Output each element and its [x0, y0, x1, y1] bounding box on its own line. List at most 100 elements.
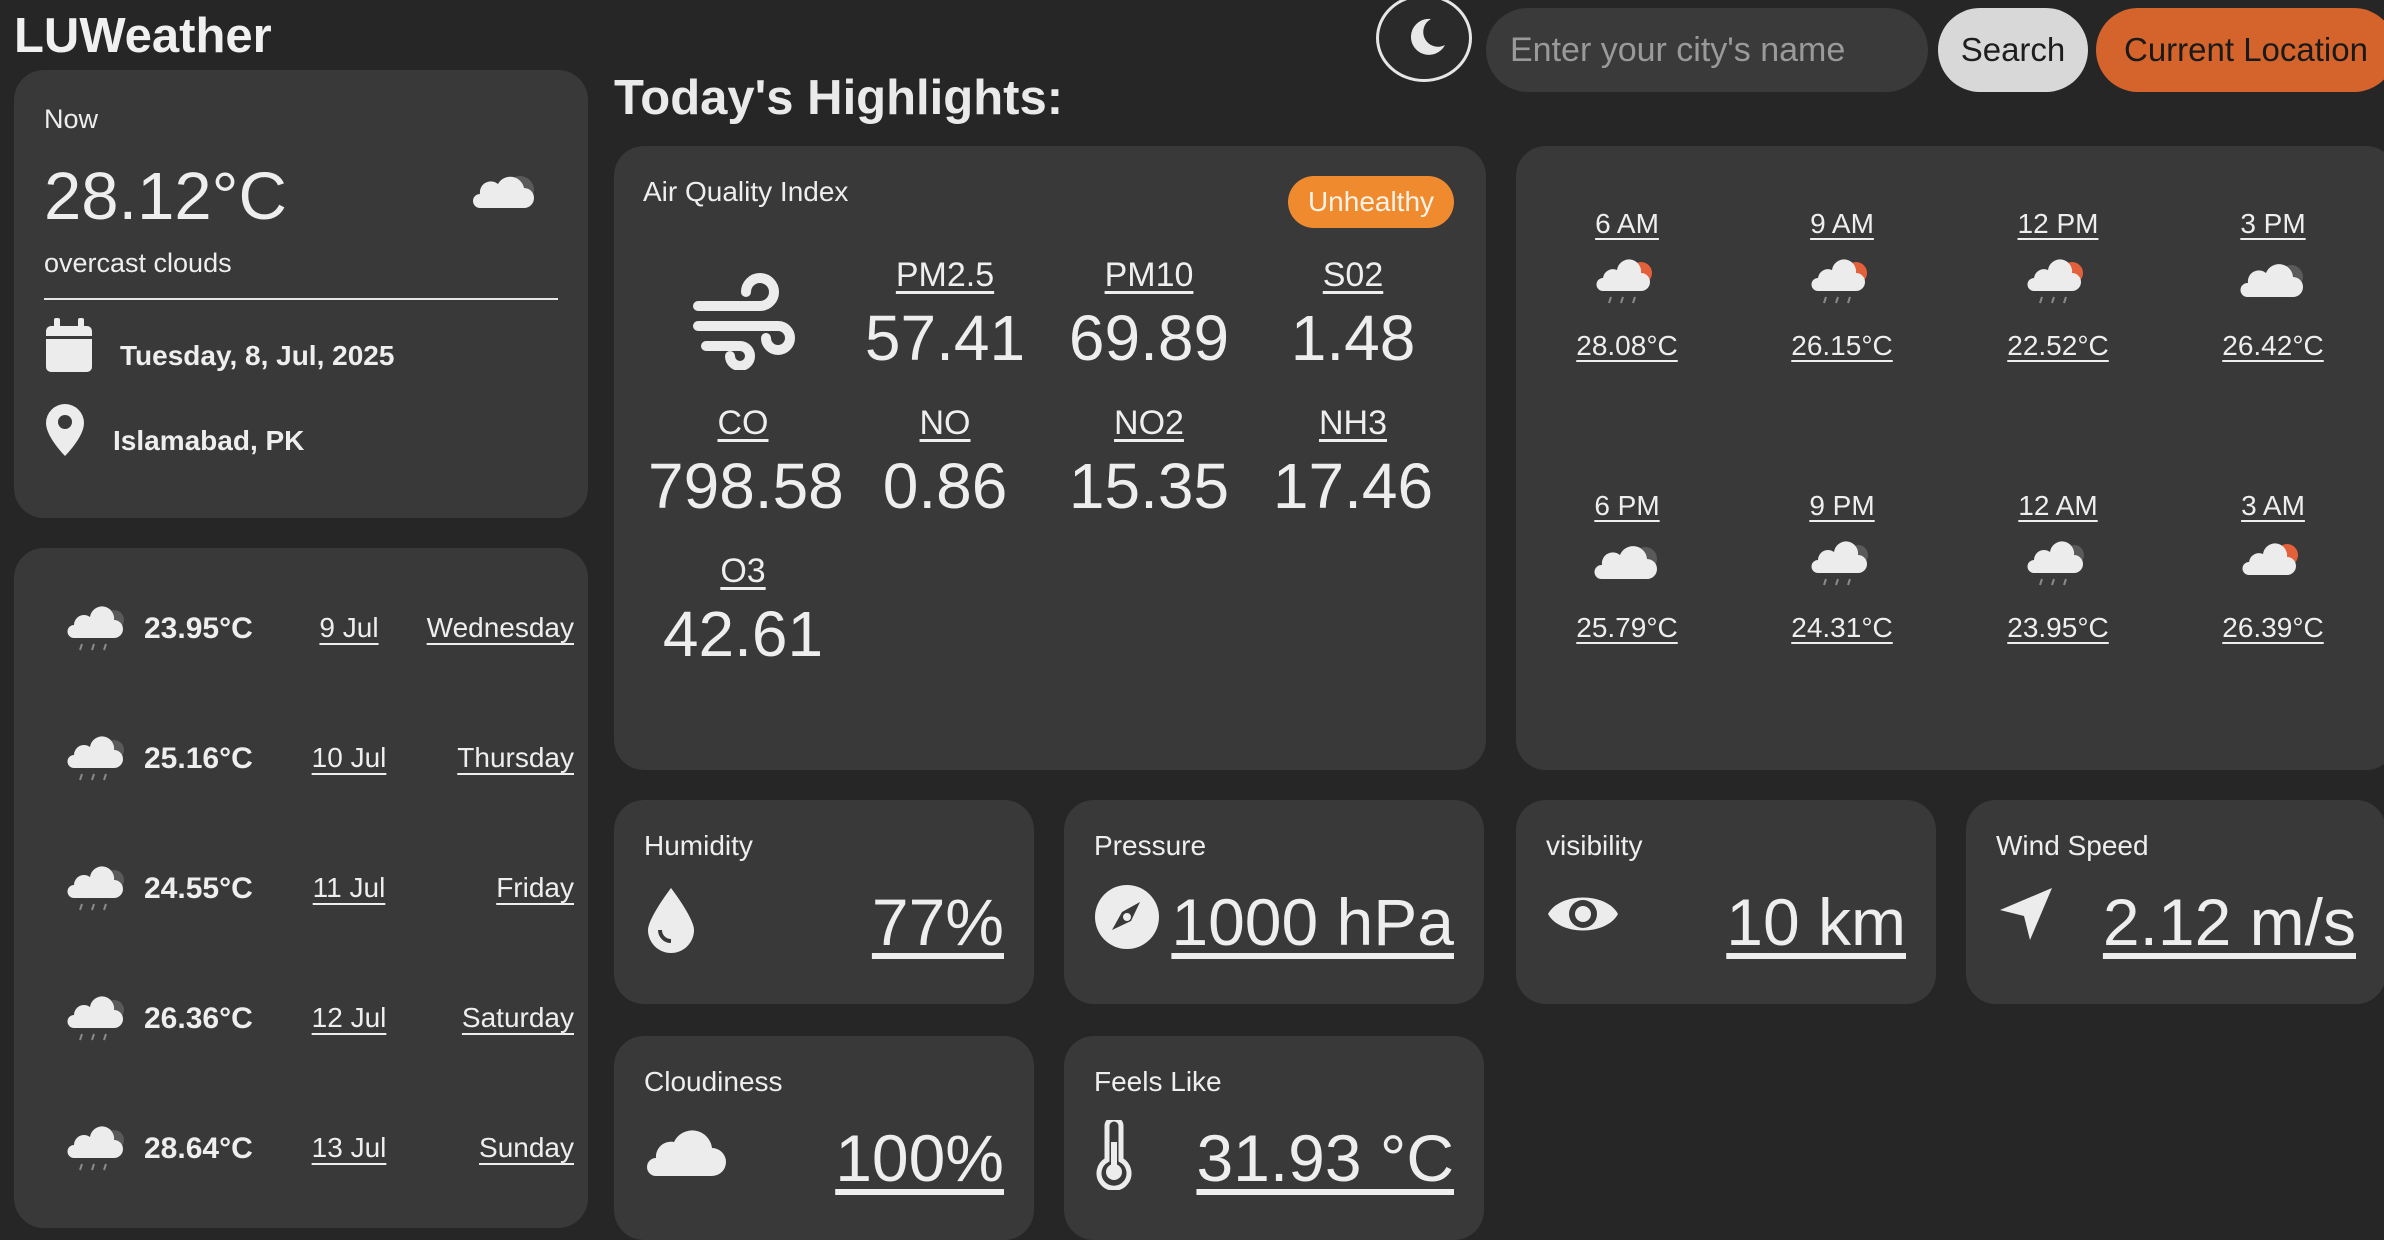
- humidity-card: Humidity 77%: [614, 800, 1034, 1004]
- city-search-input[interactable]: [1486, 8, 1928, 92]
- sun-cloud-icon: [2193, 530, 2353, 600]
- wind-speed-value: 2.12 m/s: [2102, 885, 2356, 959]
- hourly-time[interactable]: 6 AM: [1547, 208, 1707, 240]
- forecast-day[interactable]: Sunday: [414, 1132, 574, 1164]
- aqi-item: NO2 15.35: [1054, 404, 1244, 523]
- aqi-pollutant-value: 0.86: [882, 450, 1008, 522]
- hourly-item: 6 PM 25.79°C: [1547, 490, 1707, 644]
- compass-icon: [1095, 885, 1159, 949]
- aqi-pollutant-value: 57.41: [864, 302, 1026, 374]
- hourly-time[interactable]: 12 AM: [1978, 490, 2138, 522]
- aqi-item: PM2.5 57.41: [850, 256, 1040, 375]
- forecast-temp: 23.95°C: [144, 612, 253, 645]
- wind-icon: [693, 273, 795, 370]
- cloud-rain-icon: [1762, 530, 1922, 600]
- cloudiness-value: 100%: [835, 1121, 1004, 1195]
- search-button[interactable]: Search: [1938, 8, 2088, 92]
- aqi-pollutant-name[interactable]: NO: [850, 404, 1040, 443]
- aqi-pollutant-name[interactable]: PM10: [1054, 256, 1244, 295]
- feels-like-label: Feels Like: [1094, 1066, 1222, 1097]
- hourly-item: 12 PM 22.52°C: [1978, 208, 2138, 362]
- visibility-label: visibility: [1546, 830, 1643, 861]
- hourly-temp[interactable]: 26.42°C: [2193, 330, 2353, 362]
- wind-speed-card: Wind Speed 2.12 m/s: [1966, 800, 2384, 1004]
- pressure-label: Pressure: [1094, 830, 1207, 861]
- forecast-day[interactable]: Friday: [414, 872, 574, 904]
- aqi-item: NO 0.86: [850, 404, 1040, 523]
- aqi-item: CO 798.58: [648, 404, 844, 523]
- forecast-row: 28.64°C 13 Jul Sunday: [14, 1118, 588, 1178]
- feels-like-card: Feels Like 31.93 °C: [1064, 1036, 1484, 1240]
- hourly-item: 6 AM 28.08°C: [1547, 208, 1707, 362]
- hourly-temp[interactable]: 24.31°C: [1762, 612, 1922, 644]
- hourly-time[interactable]: 12 PM: [1978, 208, 2138, 240]
- current-location: Islamabad, PK: [113, 425, 305, 456]
- hourly-time[interactable]: 3 PM: [2193, 208, 2353, 240]
- cloud-rain-icon: [64, 602, 128, 663]
- hourly-temp[interactable]: 22.52°C: [1978, 330, 2138, 362]
- hourly-temp[interactable]: 26.39°C: [2193, 612, 2353, 644]
- humidity-value: 77%: [871, 885, 1004, 959]
- cloud-rain-icon: [64, 732, 128, 793]
- forecast-date[interactable]: 9 Jul: [289, 612, 409, 644]
- cloud-rain-icon: [64, 862, 128, 923]
- hourly-temp[interactable]: 23.95°C: [1978, 612, 2138, 644]
- thermometer-icon: [1096, 1120, 1132, 1190]
- aqi-item: O3 42.61: [648, 552, 838, 671]
- hourly-temp[interactable]: 26.15°C: [1762, 330, 1922, 362]
- aqi-pollutant-value: 17.46: [1272, 450, 1434, 522]
- forecast-row: 23.95°C 9 Jul Wednesday: [14, 598, 588, 658]
- hourly-time[interactable]: 9 PM: [1762, 490, 1922, 522]
- forecast-temp: 25.16°C: [144, 742, 253, 775]
- hourly-temp[interactable]: 25.79°C: [1547, 612, 1707, 644]
- sun-cloud-rain-icon: [1762, 248, 1922, 318]
- aqi-pollutant-name[interactable]: PM2.5: [850, 256, 1040, 295]
- hourly-item: 3 AM 26.39°C: [2193, 490, 2353, 644]
- theme-toggle-button[interactable]: [1376, 0, 1472, 82]
- forecast-date[interactable]: 13 Jul: [289, 1132, 409, 1164]
- current-location-button[interactable]: Current Location: [2096, 8, 2384, 92]
- pressure-value: 1000 hPa: [1171, 885, 1454, 959]
- forecast-temp: 24.55°C: [144, 872, 253, 905]
- highlights-title: Today's Highlights:: [614, 71, 1064, 125]
- aqi-pollutant-value: 1.48: [1290, 302, 1416, 374]
- hourly-time[interactable]: 9 AM: [1762, 208, 1922, 240]
- cloud-rain-icon: [64, 992, 128, 1053]
- eye-icon: [1548, 897, 1618, 931]
- sun-cloud-rain-icon: [1547, 248, 1707, 318]
- aqi-status-badge: Unhealthy: [1288, 176, 1454, 228]
- hourly-item: 9 AM 26.15°C: [1762, 208, 1922, 362]
- cloudiness-label: Cloudiness: [644, 1066, 783, 1097]
- cloud-icon: [1547, 530, 1707, 600]
- aqi-pollutant-value: 42.61: [662, 598, 824, 670]
- aqi-pollutant-name[interactable]: S02: [1258, 256, 1448, 295]
- aqi-pollutant-name[interactable]: NO2: [1054, 404, 1244, 443]
- aqi-pollutant-name[interactable]: CO: [648, 404, 838, 443]
- cloud-icon: [473, 176, 534, 208]
- forecast-day[interactable]: Wednesday: [414, 612, 574, 644]
- water-drop-icon: [648, 888, 694, 953]
- visibility-value: 10 km: [1726, 885, 1906, 959]
- aqi-item: NH3 17.46: [1258, 404, 1448, 523]
- aqi-pollutant-name[interactable]: O3: [648, 552, 838, 591]
- calendar-icon: [46, 318, 92, 372]
- hourly-time[interactable]: 6 PM: [1547, 490, 1707, 522]
- forecast-date[interactable]: 11 Jul: [289, 872, 409, 904]
- navigation-arrow-icon: [2000, 888, 2052, 940]
- pressure-card: Pressure 1000 hPa: [1064, 800, 1484, 1004]
- aqi-pollutant-value: 69.89: [1068, 302, 1230, 374]
- current-date: Tuesday, 8, Jul, 2025: [120, 340, 395, 371]
- aqi-pollutant-name[interactable]: NH3: [1258, 404, 1448, 443]
- hourly-temp[interactable]: 28.08°C: [1547, 330, 1707, 362]
- hourly-item: 3 PM 26.42°C: [2193, 208, 2353, 362]
- cloud-rain-icon: [1978, 530, 2138, 600]
- forecast-date[interactable]: 10 Jul: [289, 742, 409, 774]
- forecast-date[interactable]: 12 Jul: [289, 1002, 409, 1034]
- hourly-time[interactable]: 3 AM: [2193, 490, 2353, 522]
- forecast-day[interactable]: Thursday: [414, 742, 574, 774]
- forecast-day[interactable]: Saturday: [414, 1002, 574, 1034]
- location-pin-icon: [46, 404, 84, 456]
- humidity-label: Humidity: [644, 830, 753, 861]
- aqi-pollutant-value: 15.35: [1068, 450, 1230, 522]
- wind-speed-label: Wind Speed: [1996, 830, 2149, 861]
